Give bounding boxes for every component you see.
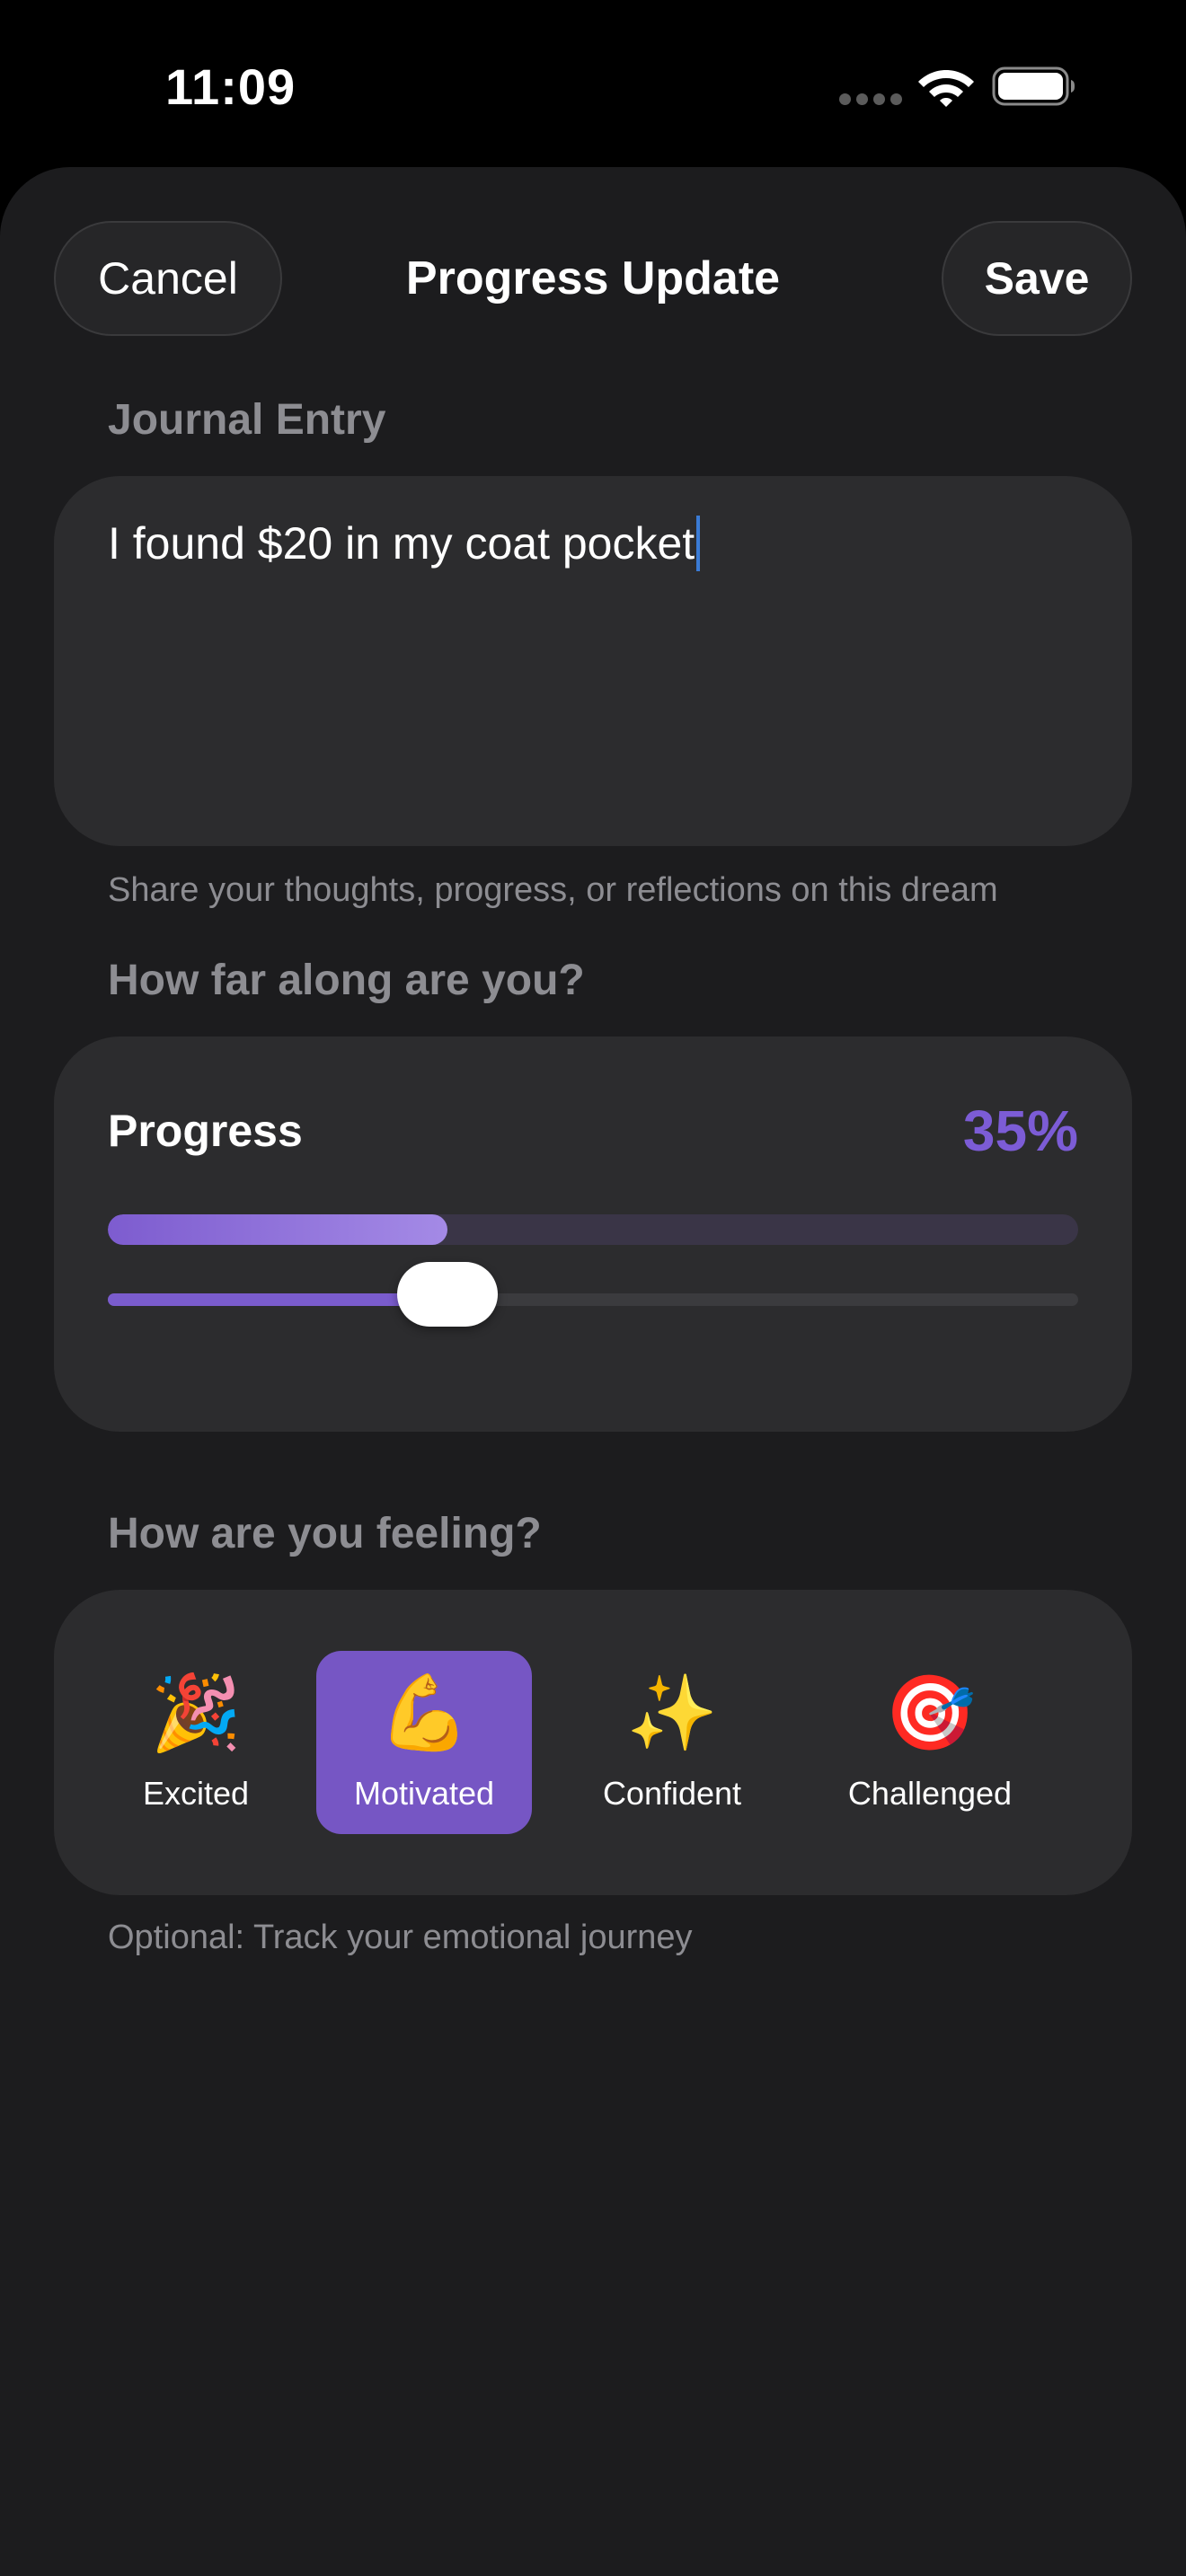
progress-section-label: How far along are you? xyxy=(108,957,585,1004)
cellular-signal-icon xyxy=(839,93,902,106)
progress-bar xyxy=(108,1214,1078,1245)
journal-entry-text-wrap: I found $20 in my coat pocket xyxy=(108,516,701,571)
battery-icon xyxy=(992,66,1075,106)
text-cursor xyxy=(696,516,701,571)
mood-section-label: How are you feeling? xyxy=(108,1510,542,1557)
progress-slider-thumb[interactable] xyxy=(397,1262,498,1327)
journal-entry-field[interactable]: I found $20 in my coat pocket xyxy=(54,476,1132,846)
target-icon: 🎯 xyxy=(883,1672,977,1754)
journal-entry-text: I found $20 in my coat pocket xyxy=(108,518,695,569)
mood-option-label: Motivated xyxy=(353,1775,495,1812)
mood-option-label: Confident xyxy=(602,1775,742,1812)
progress-percentage: 35% xyxy=(962,1098,1078,1163)
save-button[interactable]: Save xyxy=(942,221,1132,336)
progress-slider[interactable] xyxy=(108,1262,1078,1327)
status-bar: 11:09 xyxy=(0,0,1186,167)
flexed-biceps-icon: 💪 xyxy=(377,1672,471,1754)
progress-update-sheet: Cancel Progress Update Save Journal Entr… xyxy=(0,167,1186,2576)
nav-bar: Cancel Progress Update Save xyxy=(0,167,1186,347)
party-popper-icon: 🎉 xyxy=(149,1672,243,1754)
wifi-icon xyxy=(918,70,974,107)
progress-bar-fill xyxy=(108,1214,447,1245)
journal-section-label: Journal Entry xyxy=(108,396,386,444)
cancel-button[interactable]: Cancel xyxy=(54,221,282,336)
journal-helper-text: Share your thoughts, progress, or reflec… xyxy=(108,871,998,909)
mood-selector: 🎉 Excited 💪 Motivated ✨ Confident 🎯 Chal… xyxy=(54,1590,1132,1895)
mood-option-motivated[interactable]: 💪 Motivated xyxy=(316,1651,532,1834)
mood-option-excited[interactable]: 🎉 Excited xyxy=(106,1651,286,1834)
progress-card: Progress 35% xyxy=(54,1037,1132,1432)
mood-option-challenged[interactable]: 🎯 Challenged xyxy=(818,1651,1042,1834)
page-title: Progress Update xyxy=(405,252,781,304)
sparkles-icon: ✨ xyxy=(625,1672,719,1754)
mood-option-label: Challenged xyxy=(847,1775,1013,1812)
mood-helper-text: Optional: Track your emotional journey xyxy=(108,1919,693,1956)
progress-title: Progress xyxy=(108,1106,303,1156)
status-time: 11:09 xyxy=(165,58,296,115)
mood-option-confident[interactable]: ✨ Confident xyxy=(564,1651,780,1834)
mood-option-label: Excited xyxy=(142,1775,250,1812)
